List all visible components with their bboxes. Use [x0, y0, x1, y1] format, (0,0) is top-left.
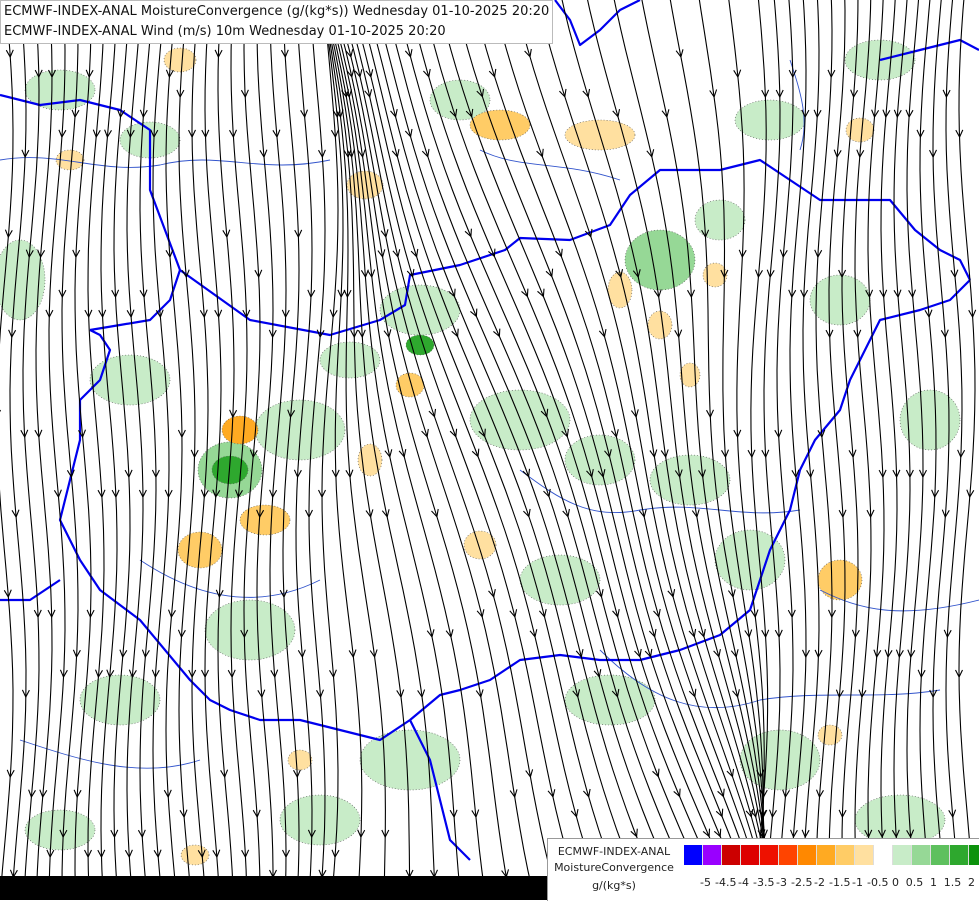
field-patch — [89, 354, 171, 406]
field-patch — [647, 310, 673, 340]
legend-tick: 1.5 — [943, 876, 962, 889]
field-patch — [817, 724, 843, 746]
legend-tick: -0.5 — [867, 876, 889, 889]
title-wind: ECMWF-INDEX-ANAL Wind (m/s) 10m Wednesda… — [4, 24, 446, 39]
legend-swatch — [798, 845, 817, 865]
streamline — [514, 0, 768, 891]
legend-tick: 0.5 — [905, 876, 924, 889]
legend-swatch — [760, 845, 779, 865]
streamline — [48, 0, 66, 891]
title-moisture-convergence: ECMWF-INDEX-ANAL MoistureConvergence (g/… — [4, 4, 550, 19]
legend-tick: -4.5 — [715, 876, 737, 889]
legend-swatch — [817, 845, 836, 865]
field-patch — [694, 199, 746, 241]
legend-swatch — [912, 845, 931, 865]
country-border — [58, 279, 971, 742]
legend-swatch — [779, 845, 798, 865]
river — [139, 559, 321, 598]
streamline — [87, 0, 105, 891]
legend-tick: -2.5 — [791, 876, 813, 889]
field-patch — [679, 362, 701, 388]
field-patch — [624, 229, 696, 291]
legend-tick: -1.5 — [829, 876, 851, 889]
legend-tick: 0 — [892, 876, 899, 889]
legend-swatch — [722, 845, 741, 865]
legend-swatch — [684, 845, 703, 865]
legend-tick: 2 — [968, 876, 975, 889]
legend-swatch — [874, 845, 893, 865]
legend-unit: g/(kg*s) — [592, 879, 636, 892]
field-patch — [395, 372, 425, 398]
legend-tick: -3 — [776, 876, 787, 889]
legend-tick: -5 — [700, 876, 711, 889]
legend-swatch — [836, 845, 855, 865]
legend-tick: -1 — [852, 876, 863, 889]
moisture-convergence-field — [0, 39, 961, 866]
streamline — [828, 0, 846, 891]
footer-bar — [0, 876, 547, 900]
field-patch — [279, 794, 361, 846]
legend-swatch — [969, 845, 979, 865]
legend-tick-labels: -5 -4.5 -4 -3.5 -3 -2.5 -2 -1.5 -1 -0.5 0 0.5 1 1.5 2 — [696, 876, 979, 889]
river — [479, 149, 621, 181]
legend-tick: -2 — [814, 876, 825, 889]
legend-tick: -4 — [738, 876, 749, 889]
legend-source: ECMWF-INDEX-ANAL — [557, 845, 671, 858]
field-patch — [564, 434, 636, 486]
legend-swatch — [950, 845, 969, 865]
field-patch — [221, 415, 259, 445]
field-patch — [519, 554, 601, 606]
color-legend: ECMWF-INDEX-ANAL MoistureConvergence g/(… — [547, 838, 979, 901]
field-patch — [287, 749, 313, 771]
legend-tick: 1 — [930, 876, 937, 889]
legend-swatch — [703, 845, 722, 865]
field-patch — [734, 99, 806, 141]
legend-tick: -3.5 — [753, 876, 775, 889]
field-patch — [649, 454, 731, 506]
field-patch — [809, 274, 871, 326]
weather-map — [0, 0, 979, 891]
legend-swatch — [931, 845, 950, 865]
streamline — [9, 0, 27, 891]
map-title: ECMWF-INDEX-ANAL MoistureConvergence (g/… — [0, 0, 554, 44]
river — [0, 157, 331, 168]
legend-color-scale — [684, 845, 979, 865]
country-border — [89, 269, 182, 332]
field-patch — [163, 47, 197, 73]
legend-parameter: MoistureConvergence — [554, 861, 674, 874]
field-patch — [180, 844, 210, 866]
streamline-arrow — [0, 409, 1, 413]
streamline — [74, 0, 92, 891]
field-patch — [379, 284, 461, 336]
streamline — [243, 0, 261, 891]
field-patch — [607, 271, 633, 309]
field-patch — [817, 559, 863, 601]
field-patch — [469, 109, 531, 141]
legend-swatch — [741, 845, 760, 865]
legend-swatch — [855, 845, 874, 865]
legend-swatch — [893, 845, 912, 865]
